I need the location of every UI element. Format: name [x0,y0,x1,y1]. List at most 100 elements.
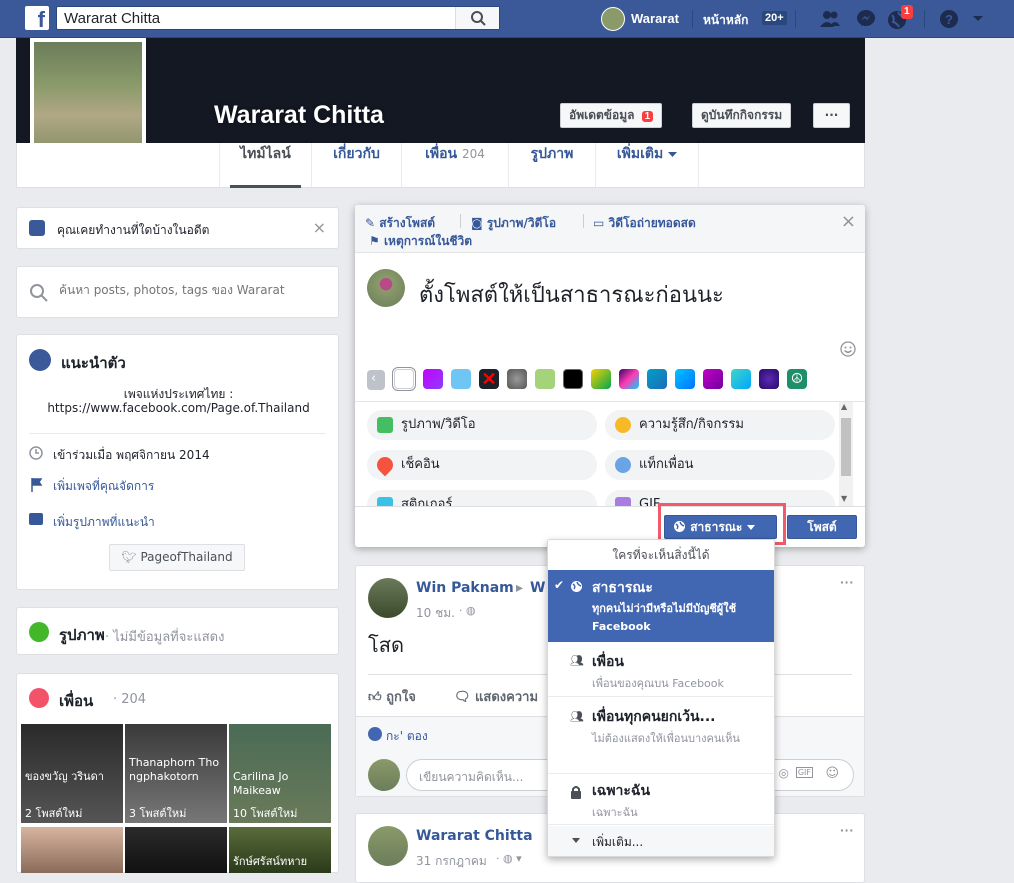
sticker-icon[interactable]: ☺ [825,766,839,781]
camera-icon[interactable]: ◎ [779,766,789,780]
swatch-back-button[interactable]: ‹ [367,370,385,390]
tab-photos[interactable]: รูปภาพ [508,143,595,187]
chevron-down-icon[interactable] [972,14,984,24]
swatch-blue[interactable] [675,369,695,389]
post-author[interactable]: Win Paknam [416,580,514,596]
privacy-option-public[interactable]: ✔ สาธารณะ ทุกคนไม่ว่ามีหรือไม่มีบัญชีผู้… [548,570,774,642]
post-text-input[interactable]: ตั้งโพสต์ให้เป็นสาธารณะก่อนนะ [419,277,724,312]
post-time[interactable]: 31 กรกฎาคม [416,852,487,871]
scroll-up-icon[interactable]: ▲ [841,402,847,411]
audience-globe-icon: · ◍ [459,604,476,617]
tab-timeline[interactable]: ไทม์ไลน์ [219,143,311,188]
swatch-purple[interactable] [423,369,443,389]
tag-friends-chip[interactable]: แท็กเพื่อน [605,450,835,480]
friend-name: Carilina Jo Maikeaw [233,770,289,797]
swatch-galaxy[interactable] [759,369,779,389]
friend-tile[interactable] [125,827,227,873]
likers-link[interactable]: กะ' ตอง [386,727,428,746]
option-description: เพื่อนของคุณบน Facebook [592,677,724,690]
home-link[interactable]: หน้าหลัก [703,11,748,30]
tab-friends[interactable]: เพื่อน 204 [401,143,508,187]
friend-tile[interactable]: ของขวัญ วรินดา 2 โพสต์ใหม่ [21,724,123,823]
friend-requests-icon[interactable] [819,9,841,29]
friend-tile[interactable]: Thanaphorn Thongphakotorn 3 โพสต์ใหม่ [125,724,227,823]
svg-text:?: ? [945,12,953,27]
swatch-white[interactable] [394,369,414,389]
update-info-badge: 1 [641,111,654,122]
avatar[interactable] [368,578,408,618]
feeling-chip[interactable]: ความรู้สึก/กิจกรรม [605,410,835,440]
avatar[interactable] [601,7,625,31]
swatch-green[interactable] [535,369,555,389]
photo-video-chip[interactable]: รูปภาพ/วิดีโอ [367,410,597,440]
privacy-option-friends[interactable]: 👥︎ เพื่อน เพื่อนของคุณบน Facebook [548,642,774,697]
close-icon[interactable]: × [841,211,856,232]
swatch-yellow-green[interactable] [591,369,611,389]
privacy-option-more[interactable]: เพิ่มเติม... [548,826,774,856]
swatch-black[interactable] [563,369,583,389]
help-icon[interactable]: ? [939,9,959,29]
post-options-icon[interactable]: ··· [840,822,854,838]
post-options-icon[interactable]: ··· [840,574,854,590]
swatch-pattern[interactable] [507,369,527,389]
activity-log-button[interactable]: ดูบันทึกกิจกรรม [692,103,792,128]
swatch-ocean[interactable] [647,369,667,389]
post-target[interactable]: W [530,580,545,596]
post-time[interactable]: 10 ชม. [416,604,455,623]
profile-name[interactable]: Wararat Chitta [214,101,384,130]
add-pages-link[interactable]: เพิ่มเพจที่คุณจัดการ [53,477,154,496]
photos-title[interactable]: รูปภาพ [59,623,105,647]
friend-tile[interactable]: รักษ์ศรัสน์ทหาย [229,827,331,873]
close-icon[interactable]: × [313,218,326,237]
friend-name: ของขวัญ วรินดา [25,770,104,783]
caret-down-icon [746,525,755,530]
globe-icon [29,349,51,371]
swatch-peace[interactable]: ☮ [787,369,807,389]
check-in-chip[interactable]: เช็คอิน [367,450,597,480]
messenger-icon[interactable] [856,9,876,29]
swatch-x[interactable]: ✕ [479,369,499,389]
friends-title[interactable]: เพื่อน [59,689,93,713]
avatar [367,269,405,307]
scrollbar-thumb[interactable] [841,418,851,476]
more-options-button[interactable]: ··· [813,103,850,128]
twitter-button[interactable]: 🐦︎ PageofThailand [109,544,245,571]
emoji-icon[interactable] [840,341,856,357]
swatch-cloud[interactable] [451,369,471,389]
add-featured-photos-link[interactable]: เพิ่มรูปภาพที่แนะนำ [53,513,155,532]
privacy-option-friends-except[interactable]: 👥︎ เพื่อนทุกคนยกเว้น... ไม่ต้องแสดงให้เพ… [548,698,774,774]
create-post-tab[interactable]: ✎ สร้างโพสต์ [365,214,435,233]
privacy-option-only-me[interactable]: เฉพาะฉัน เฉพาะฉัน [548,775,774,825]
post-button[interactable]: โพสต์ [787,515,857,539]
tab-more[interactable]: เพิ่มเติม [595,143,699,187]
swatch-swirl[interactable] [619,369,639,389]
privacy-selector-button[interactable]: สาธารณะ [664,515,777,539]
comment-button[interactable]: 🗨︎ แสดงความ [454,686,538,707]
live-video-tab[interactable]: ▭ วิดีโอถ่ายทอดสด [593,214,696,233]
swatch-teal[interactable] [731,369,751,389]
friend-tile[interactable] [21,827,123,873]
profile-link[interactable]: Wararat [631,11,679,26]
scrollbar[interactable]: ▲ ▼ [839,402,853,506]
divider [795,10,796,28]
sticker-chip[interactable]: สติกเกอร์ [367,490,597,506]
avatar[interactable] [368,826,408,866]
like-button[interactable]: 👍︎ ถูกใจ [368,686,416,707]
photo-video-tab[interactable]: ◙ รูปภาพ/วิดีโอ [471,214,556,233]
location-pin-icon [373,453,397,477]
intro-bio-link[interactable]: https://www.facebook.com/Page.of.Thailan… [17,401,340,415]
gif-icon[interactable]: GIF [795,767,813,778]
option-title: เพื่อน [592,654,624,670]
facebook-logo[interactable]: f [25,6,49,30]
work-prompt-text[interactable]: คุณเคยทำงานที่ใดบ้างในอดีต [57,221,209,240]
timeline-search-input[interactable] [59,283,329,297]
search-button[interactable] [455,7,499,29]
life-event-tab[interactable]: ⚑ เหตุการณ์ในชีวิต [369,232,472,251]
post-author[interactable]: Wararat Chitta [416,828,533,844]
scroll-down-icon[interactable]: ▼ [841,494,847,503]
search-input[interactable] [57,7,457,29]
tab-about[interactable]: เกี่ยวกับ [311,143,401,187]
swatch-magenta[interactable] [703,369,723,389]
update-info-button[interactable]: อัพเดตข้อมูล 1 [560,103,663,128]
friend-tile[interactable]: Carilina Jo Maikeaw 10 โพสต์ใหม่ [229,724,331,823]
